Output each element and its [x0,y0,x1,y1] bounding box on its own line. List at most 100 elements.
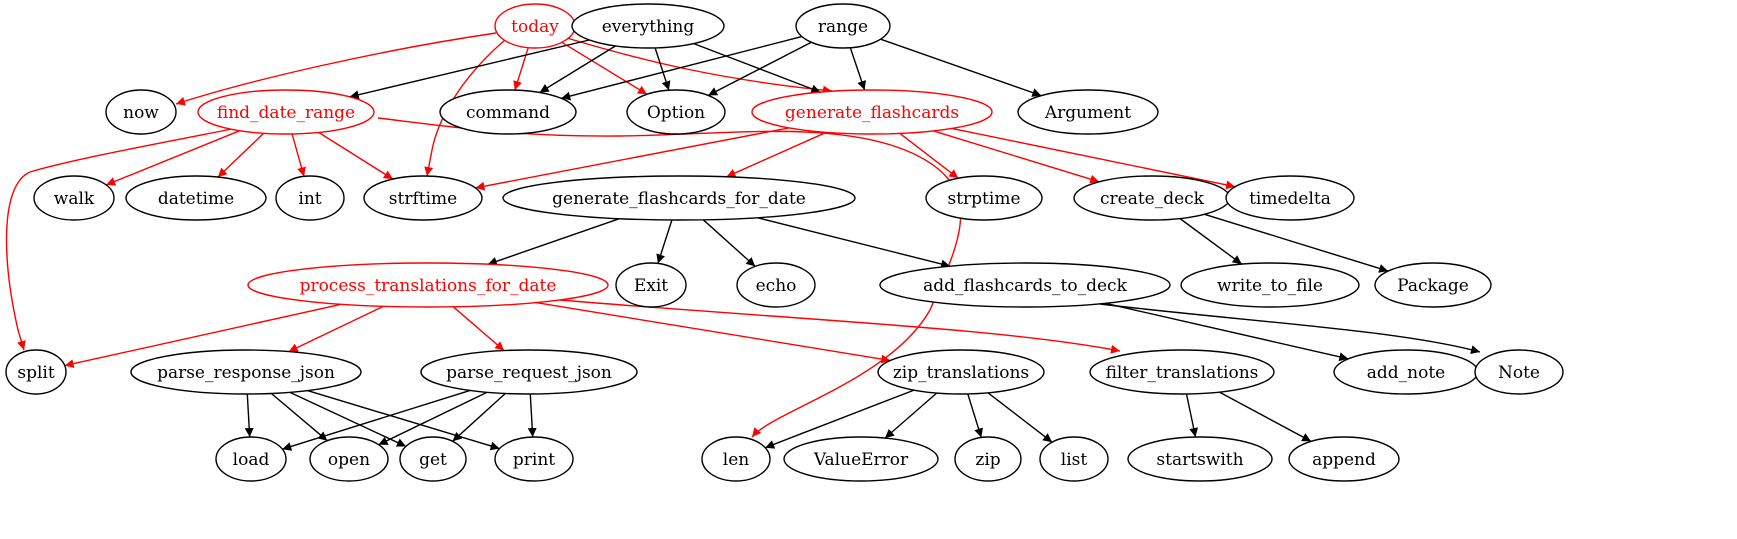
edge-everything-to-find_date_range [349,39,590,100]
node-label: echo [756,276,797,296]
node-zip_translations: zip_translations [877,349,1045,395]
node-list: list [1039,436,1109,482]
node-label: zip [975,450,1000,470]
node-label: get [419,450,447,470]
node-everything: everything [571,3,725,49]
node-label: parse_response_json [157,363,335,383]
node-label: ValueError [813,450,909,470]
node-int: int [275,175,345,221]
node-label: filter_translations [1106,363,1259,383]
node-add_flashcards_to_deck: add_flashcards_to_deck [879,262,1171,308]
node-find_date_range: find_date_range [197,89,375,135]
edge-find_date_range-to-split [5,128,233,351]
node-process_translations_for_date: process_translations_for_date [247,262,609,308]
node-label: Argument [1044,103,1131,123]
node-label: command [466,103,550,123]
edge-filter_translations-to-append [1219,391,1312,443]
edge-generate_flashcards_for_date-to-process_translations_for_date [487,218,620,266]
node-print: print [494,436,574,482]
node-label: print [513,450,555,470]
edge-today-to-Option [561,41,648,95]
node-label: add_note [1367,363,1445,383]
node-label: strftime [389,189,457,209]
edge-everything-to-Option [654,47,671,91]
node-label: Note [1498,363,1540,383]
edge-generate_flashcards_for_date-to-Exit [656,219,673,264]
edge-everything-to-command [539,45,616,94]
node-label: Option [647,103,705,123]
node-label: range [818,17,868,37]
node-now: now [105,89,177,135]
node-Argument: Argument [1017,89,1159,135]
edge-everything-to-generate_flashcards [693,42,821,94]
node-ValueError: ValueError [783,436,939,482]
node-generate_flashcards_for_date: generate_flashcards_for_date [502,175,856,221]
edge-find_date_range-to-datetime [217,132,265,178]
node-label: write_to_file [1217,276,1323,296]
edge-parse_request_json-to-print [527,393,537,438]
edge-process_translations_for_date-to-filter_translations [559,299,1121,354]
node-label: today [511,17,559,37]
node-open: open [309,436,389,482]
edge-generate_flashcards_for_date-to-add_flashcards_to_deck [757,217,951,269]
edge-range-to-Argument [880,38,1042,97]
node-label: parse_request_json [446,363,612,383]
node-label: datetime [158,189,234,209]
edge-zip_translations-to-zip [967,393,983,438]
node-filter_translations: filter_translations [1089,349,1275,395]
node-label: timedelta [1249,189,1331,209]
edge-zip_translations-to-ValueError [884,392,938,439]
node-timedelta: timedelta [1225,175,1355,221]
node-label: add_flashcards_to_deck [923,276,1127,296]
call-graph-diagram: today everything range now find_date_range co… [5,3,1564,482]
node-label: Exit [634,276,668,296]
node-label: Package [1397,276,1469,296]
edge-add_flashcards_to_deck-to-add_note [1105,302,1349,362]
node-Option: Option [626,89,726,135]
node-label: generate_flashcards_for_date [552,189,806,209]
edge-filter_translations-to-startswith [1185,393,1199,438]
edge-generate_flashcards-to-create_deck [933,130,1100,184]
node-label: walk [54,189,95,209]
node-zip: zip [954,436,1022,482]
node-append: append [1288,436,1400,482]
edge-generate_flashcards_for_date-to-echo [702,219,756,267]
node-generate_flashcards: generate_flashcards [751,89,993,135]
node-label: find_date_range [217,103,355,123]
node-label: split [17,363,54,383]
node-command: command [439,89,577,135]
edge-create_deck-to-write_to_file [1179,217,1243,265]
node-walk: walk [33,175,115,221]
edge-find_date_range-to-strftime [318,131,394,180]
node-label: list [1061,450,1088,470]
node-label: everything [602,17,695,37]
edge-parse_response_json-to-open [270,392,328,442]
node-echo: echo [736,262,816,308]
edge-range-to-generate_flashcards [849,47,866,91]
nodes-layer: today everything range now find_date_range co… [5,3,1564,482]
node-label: int [298,189,321,209]
node-label: generate_flashcards [785,103,959,123]
node-label: len [723,450,749,470]
node-label: zip_translations [893,363,1029,383]
edge-today-to-command [513,47,529,91]
node-startswith: startswith [1127,436,1273,482]
edge-zip_translations-to-list [987,392,1053,443]
node-label: process_translations_for_date [300,276,557,296]
node-range: range [795,3,891,49]
node-parse_request_json: parse_request_json [420,349,638,395]
node-Note: Note [1474,349,1564,395]
node-add_note: add_note [1333,349,1479,395]
node-label: now [123,103,159,123]
node-parse_response_json: parse_response_json [130,349,362,395]
node-datetime: datetime [125,175,267,221]
node-label: strptime [947,189,1020,209]
node-write_to_file: write_to_file [1180,262,1360,308]
node-label: load [233,450,270,470]
edge-process_translations_for_date-to-parse_request_json [452,306,505,352]
edge-find_date_range-to-int [291,133,306,177]
edge-generate_flashcards-to-strptime [899,132,959,179]
edge-parse_request_json-to-get [452,392,506,442]
edge-generate_flashcards-to-generate_flashcards_for_date [726,131,827,178]
node-label: open [328,450,370,470]
